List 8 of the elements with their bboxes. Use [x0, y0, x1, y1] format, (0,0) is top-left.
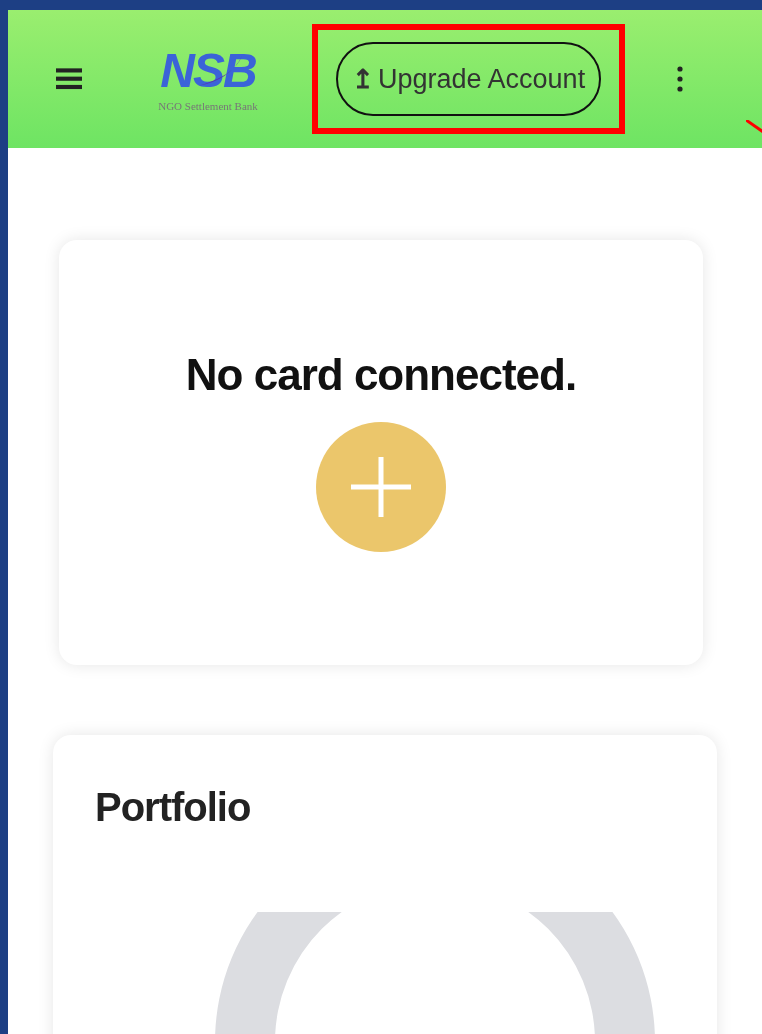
menu-icon[interactable] [56, 68, 82, 90]
section-title: Portfolio [95, 785, 252, 830]
upgrade-button[interactable]: ↥Upgrade Account [336, 42, 602, 116]
logo: NSB [160, 46, 256, 96]
logo-tagline: NGO Settlement Bank [158, 100, 258, 112]
more-icon[interactable] [677, 64, 684, 94]
empty-message: No card connected. [185, 350, 577, 400]
upload-icon: ↥ [352, 63, 374, 95]
